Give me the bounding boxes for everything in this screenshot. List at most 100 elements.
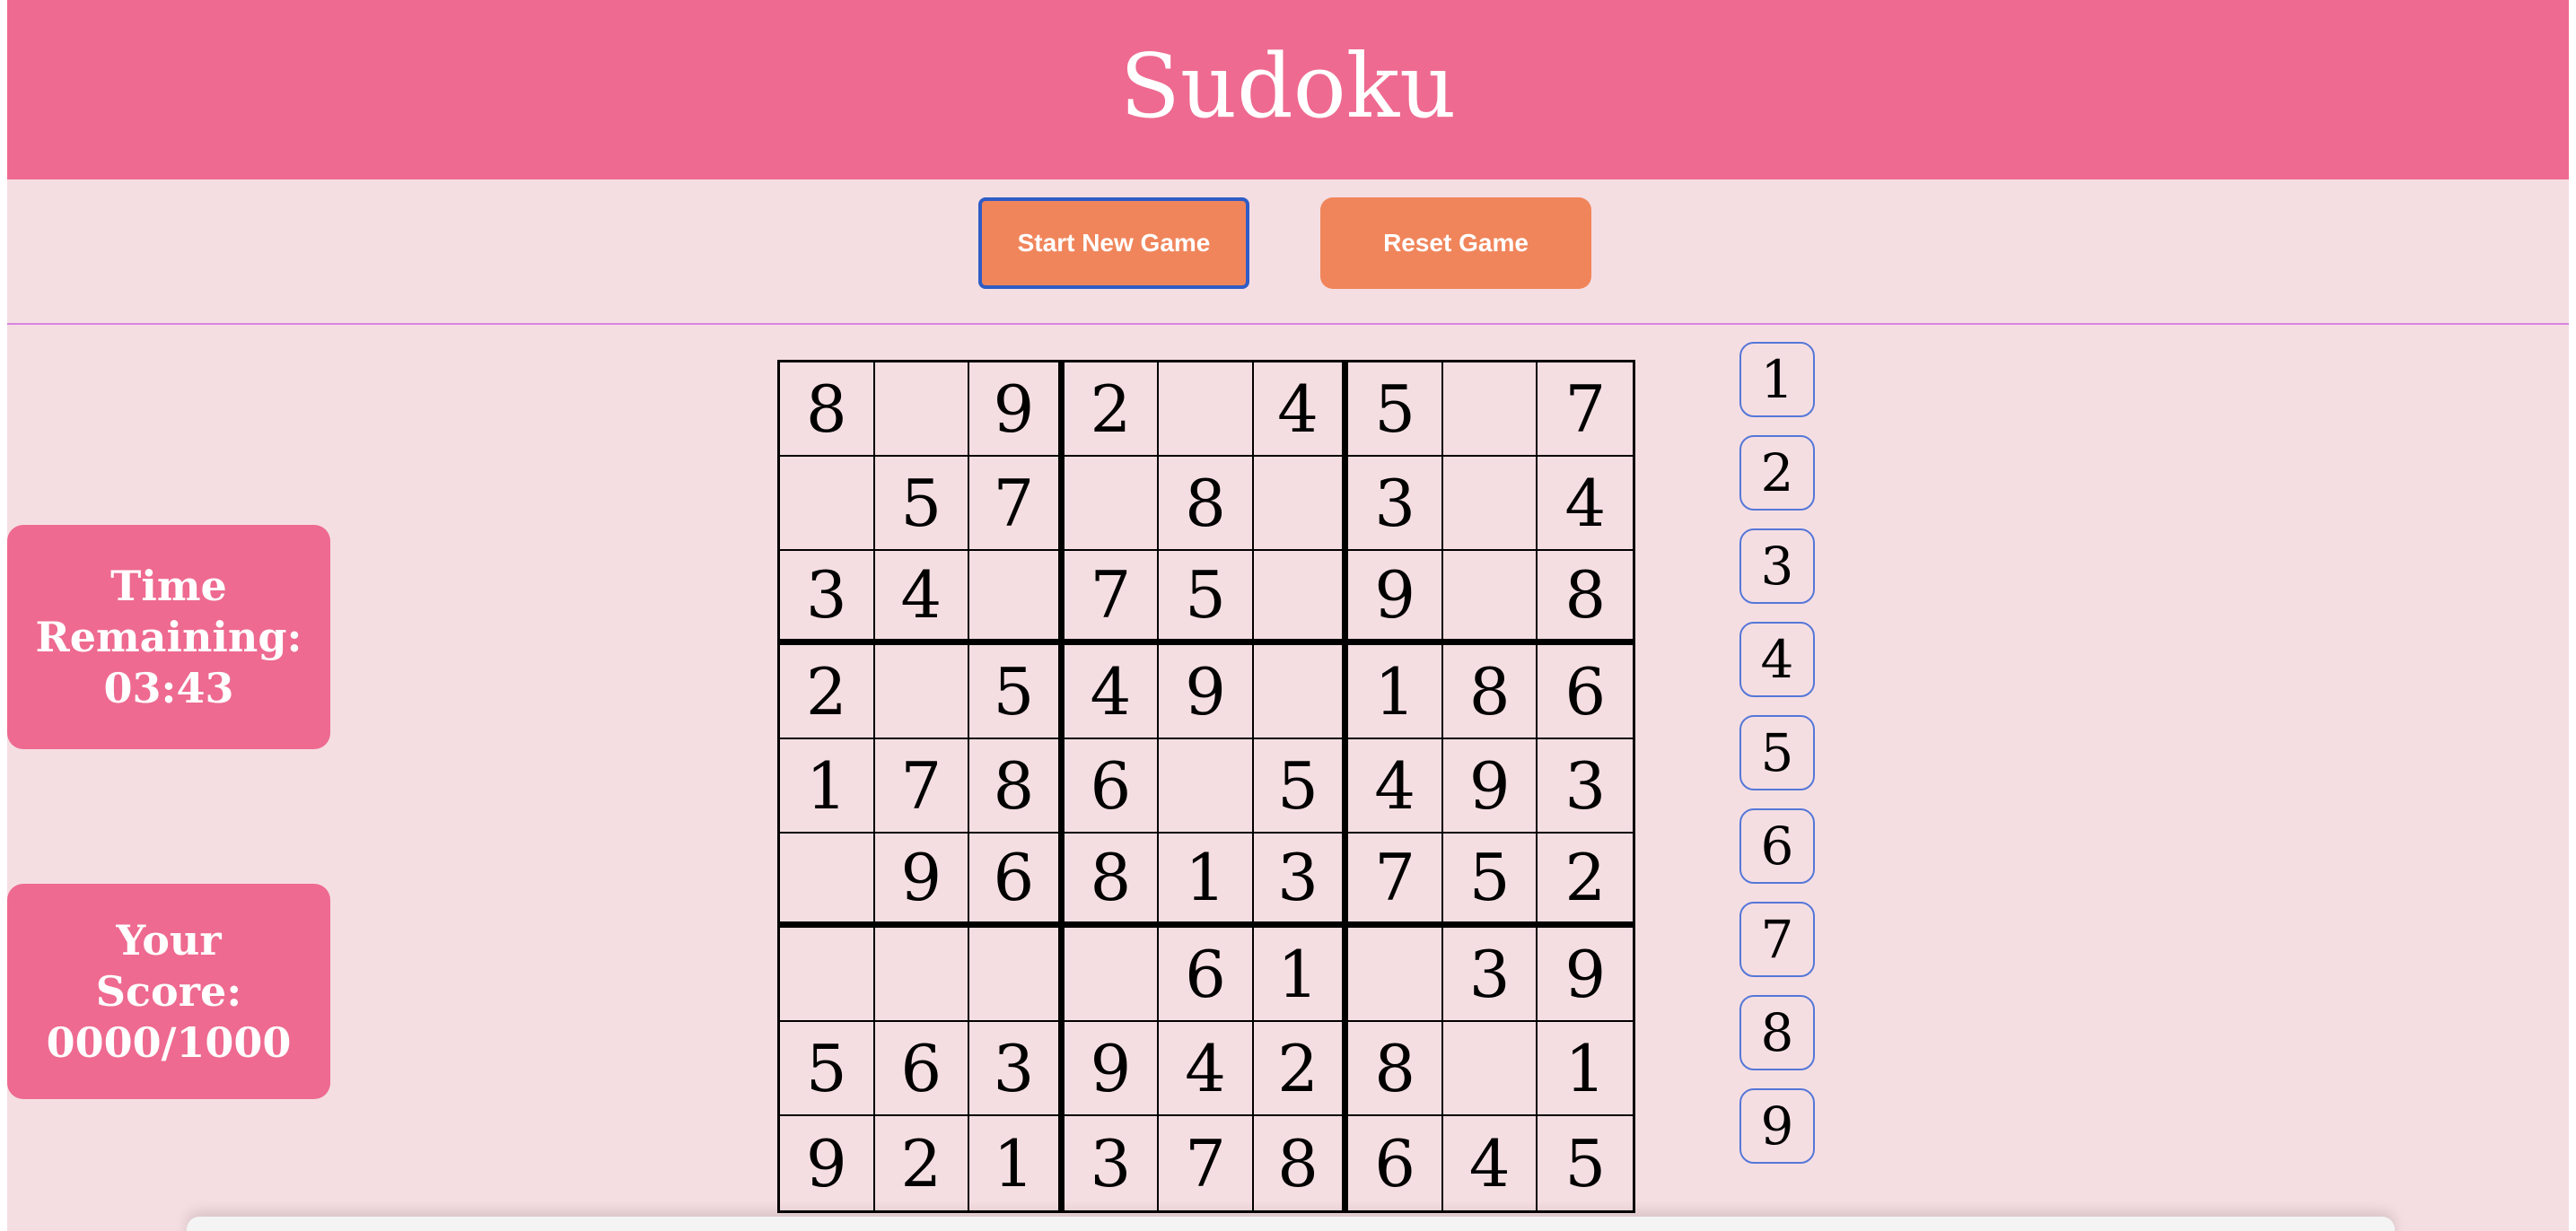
page-title: Sudoku <box>1119 36 1457 138</box>
sudoku-cell-r3-c1[interactable]: 3 <box>780 551 875 645</box>
sudoku-cell-r3-c4[interactable]: 7 <box>1064 551 1160 645</box>
sudoku-cell-r6-c7[interactable]: 7 <box>1348 834 1443 928</box>
number-picker-button-2[interactable]: 2 <box>1739 435 1815 511</box>
sudoku-cell-r9-c5[interactable]: 7 <box>1159 1116 1254 1210</box>
sudoku-cell-r4-c9[interactable]: 6 <box>1538 645 1633 739</box>
sudoku-cell-r7-c6[interactable]: 1 <box>1253 928 1349 1022</box>
reset-game-button[interactable]: Reset Game <box>1320 197 1591 289</box>
sudoku-cell-r7-c3[interactable] <box>969 928 1065 1022</box>
sudoku-cell-r7-c1[interactable] <box>780 928 875 1022</box>
sudoku-cell-r3-c9[interactable]: 8 <box>1538 551 1633 645</box>
sudoku-cell-r2-c9[interactable]: 4 <box>1538 457 1633 551</box>
start-new-game-button[interactable]: Start New Game <box>978 197 1249 289</box>
game-controls: Start New Game Reset Game <box>7 179 2569 323</box>
number-picker-button-9[interactable]: 9 <box>1739 1088 1815 1164</box>
sudoku-cell-r8-c3[interactable]: 3 <box>969 1022 1065 1116</box>
sudoku-cell-r3-c7[interactable]: 9 <box>1348 551 1443 645</box>
header-divider <box>7 323 2569 325</box>
time-remaining-value: 03:43 <box>103 663 234 712</box>
sudoku-cell-r5-c1[interactable]: 1 <box>780 739 875 834</box>
score-value: 0000/1000 <box>46 1017 292 1067</box>
sudoku-cell-r8-c6[interactable]: 2 <box>1253 1022 1349 1116</box>
sudoku-cell-r6-c9[interactable]: 2 <box>1538 834 1633 928</box>
sudoku-cell-r1-c2[interactable] <box>874 362 970 457</box>
sudoku-cell-r3-c2[interactable]: 4 <box>874 551 970 645</box>
sudoku-cell-r3-c5[interactable]: 5 <box>1159 551 1254 645</box>
sudoku-cell-r5-c3[interactable]: 8 <box>969 739 1065 834</box>
sudoku-cell-r2-c4[interactable] <box>1064 457 1160 551</box>
number-picker-button-5[interactable]: 5 <box>1739 715 1815 790</box>
sudoku-cell-r1-c1[interactable]: 8 <box>780 362 875 457</box>
sudoku-cell-r6-c4[interactable]: 8 <box>1064 834 1160 928</box>
sudoku-cell-r9-c1[interactable]: 9 <box>780 1116 875 1210</box>
sudoku-cell-r5-c6[interactable]: 5 <box>1253 739 1349 834</box>
sudoku-cell-r9-c7[interactable]: 6 <box>1348 1116 1443 1210</box>
sudoku-cell-r5-c2[interactable]: 7 <box>874 739 970 834</box>
number-picker-button-1[interactable]: 1 <box>1739 342 1815 417</box>
number-picker-button-4[interactable]: 4 <box>1739 622 1815 697</box>
sudoku-cell-r8-c2[interactable]: 6 <box>874 1022 970 1116</box>
sudoku-cell-r9-c4[interactable]: 3 <box>1065 1116 1160 1210</box>
sudoku-cell-r1-c9[interactable]: 7 <box>1538 362 1633 457</box>
sudoku-cell-r2-c7[interactable]: 3 <box>1348 457 1443 551</box>
sudoku-cell-r9-c9[interactable]: 5 <box>1538 1116 1633 1210</box>
sudoku-cell-r1-c3[interactable]: 9 <box>969 362 1065 457</box>
sudoku-cell-r4-c8[interactable]: 8 <box>1442 645 1538 739</box>
sudoku-cell-r2-c8[interactable] <box>1442 457 1538 551</box>
sudoku-cell-r6-c3[interactable]: 6 <box>969 834 1065 928</box>
sudoku-cell-r8-c8[interactable] <box>1442 1022 1538 1116</box>
sudoku-cell-r1-c7[interactable]: 5 <box>1348 362 1443 457</box>
sudoku-cell-r7-c2[interactable] <box>874 928 970 1022</box>
sudoku-cell-r1-c8[interactable] <box>1442 362 1538 457</box>
sudoku-cell-r7-c4[interactable] <box>1064 928 1160 1022</box>
sudoku-cell-r4-c7[interactable]: 1 <box>1348 645 1443 739</box>
number-picker-button-8[interactable]: 8 <box>1739 995 1815 1070</box>
number-picker-button-6[interactable]: 6 <box>1739 808 1815 884</box>
sudoku-cell-r6-c2[interactable]: 9 <box>874 834 970 928</box>
sudoku-cell-r3-c3[interactable] <box>969 551 1065 645</box>
sudoku-cell-r2-c2[interactable]: 5 <box>874 457 970 551</box>
score-panel: Your Score: 0000/1000 <box>7 884 330 1099</box>
sudoku-cell-r4-c6[interactable] <box>1253 645 1349 739</box>
sudoku-cell-r9-c8[interactable]: 4 <box>1443 1116 1538 1210</box>
sudoku-cell-r4-c3[interactable]: 5 <box>969 645 1065 739</box>
sudoku-cell-r7-c5[interactable]: 6 <box>1159 928 1254 1022</box>
sudoku-cell-r4-c1[interactable]: 2 <box>780 645 875 739</box>
sudoku-cell-r7-c9[interactable]: 9 <box>1538 928 1633 1022</box>
sudoku-cell-r2-c6[interactable] <box>1253 457 1349 551</box>
sudoku-cell-r2-c5[interactable]: 8 <box>1159 457 1254 551</box>
sudoku-cell-r3-c6[interactable] <box>1253 551 1349 645</box>
sudoku-cell-r4-c4[interactable]: 4 <box>1064 645 1160 739</box>
sudoku-cell-r5-c5[interactable] <box>1159 739 1254 834</box>
sudoku-cell-r1-c5[interactable] <box>1159 362 1254 457</box>
sudoku-cell-r8-c5[interactable]: 4 <box>1159 1022 1254 1116</box>
sudoku-cell-r6-c5[interactable]: 1 <box>1159 834 1254 928</box>
sudoku-cell-r6-c6[interactable]: 3 <box>1253 834 1349 928</box>
sudoku-cell-r8-c4[interactable]: 9 <box>1064 1022 1160 1116</box>
number-picker-button-7[interactable]: 7 <box>1739 902 1815 977</box>
sudoku-cell-r8-c9[interactable]: 1 <box>1538 1022 1633 1116</box>
sudoku-cell-r2-c3[interactable]: 7 <box>969 457 1065 551</box>
sudoku-cell-r9-c3[interactable]: 1 <box>969 1116 1065 1210</box>
sudoku-cell-r9-c2[interactable]: 2 <box>875 1116 970 1210</box>
sudoku-cell-r7-c7[interactable] <box>1348 928 1443 1022</box>
sudoku-cell-r4-c5[interactable]: 9 <box>1159 645 1254 739</box>
sudoku-cell-r7-c8[interactable]: 3 <box>1442 928 1538 1022</box>
sudoku-cell-r1-c6[interactable]: 4 <box>1253 362 1349 457</box>
sudoku-cell-r5-c9[interactable]: 3 <box>1538 739 1633 834</box>
sudoku-cell-r5-c7[interactable]: 4 <box>1348 739 1443 834</box>
sudoku-cell-r6-c8[interactable]: 5 <box>1442 834 1538 928</box>
sudoku-cell-r8-c7[interactable]: 8 <box>1348 1022 1443 1116</box>
sudoku-cell-r5-c4[interactable]: 6 <box>1064 739 1160 834</box>
sudoku-cell-r1-c4[interactable]: 2 <box>1064 362 1160 457</box>
number-picker-button-3[interactable]: 3 <box>1739 528 1815 604</box>
sudoku-cell-r5-c8[interactable]: 9 <box>1442 739 1538 834</box>
sudoku-cell-r2-c1[interactable] <box>780 457 875 551</box>
sudoku-cell-r9-c6[interactable]: 8 <box>1254 1116 1349 1210</box>
time-remaining-label-line2: Remaining: <box>35 612 302 661</box>
score-label-line1: Your <box>116 915 222 965</box>
sudoku-cell-r8-c1[interactable]: 5 <box>780 1022 875 1116</box>
sudoku-cell-r4-c2[interactable] <box>874 645 970 739</box>
sudoku-cell-r6-c1[interactable] <box>780 834 875 928</box>
sudoku-cell-r3-c8[interactable] <box>1442 551 1538 645</box>
